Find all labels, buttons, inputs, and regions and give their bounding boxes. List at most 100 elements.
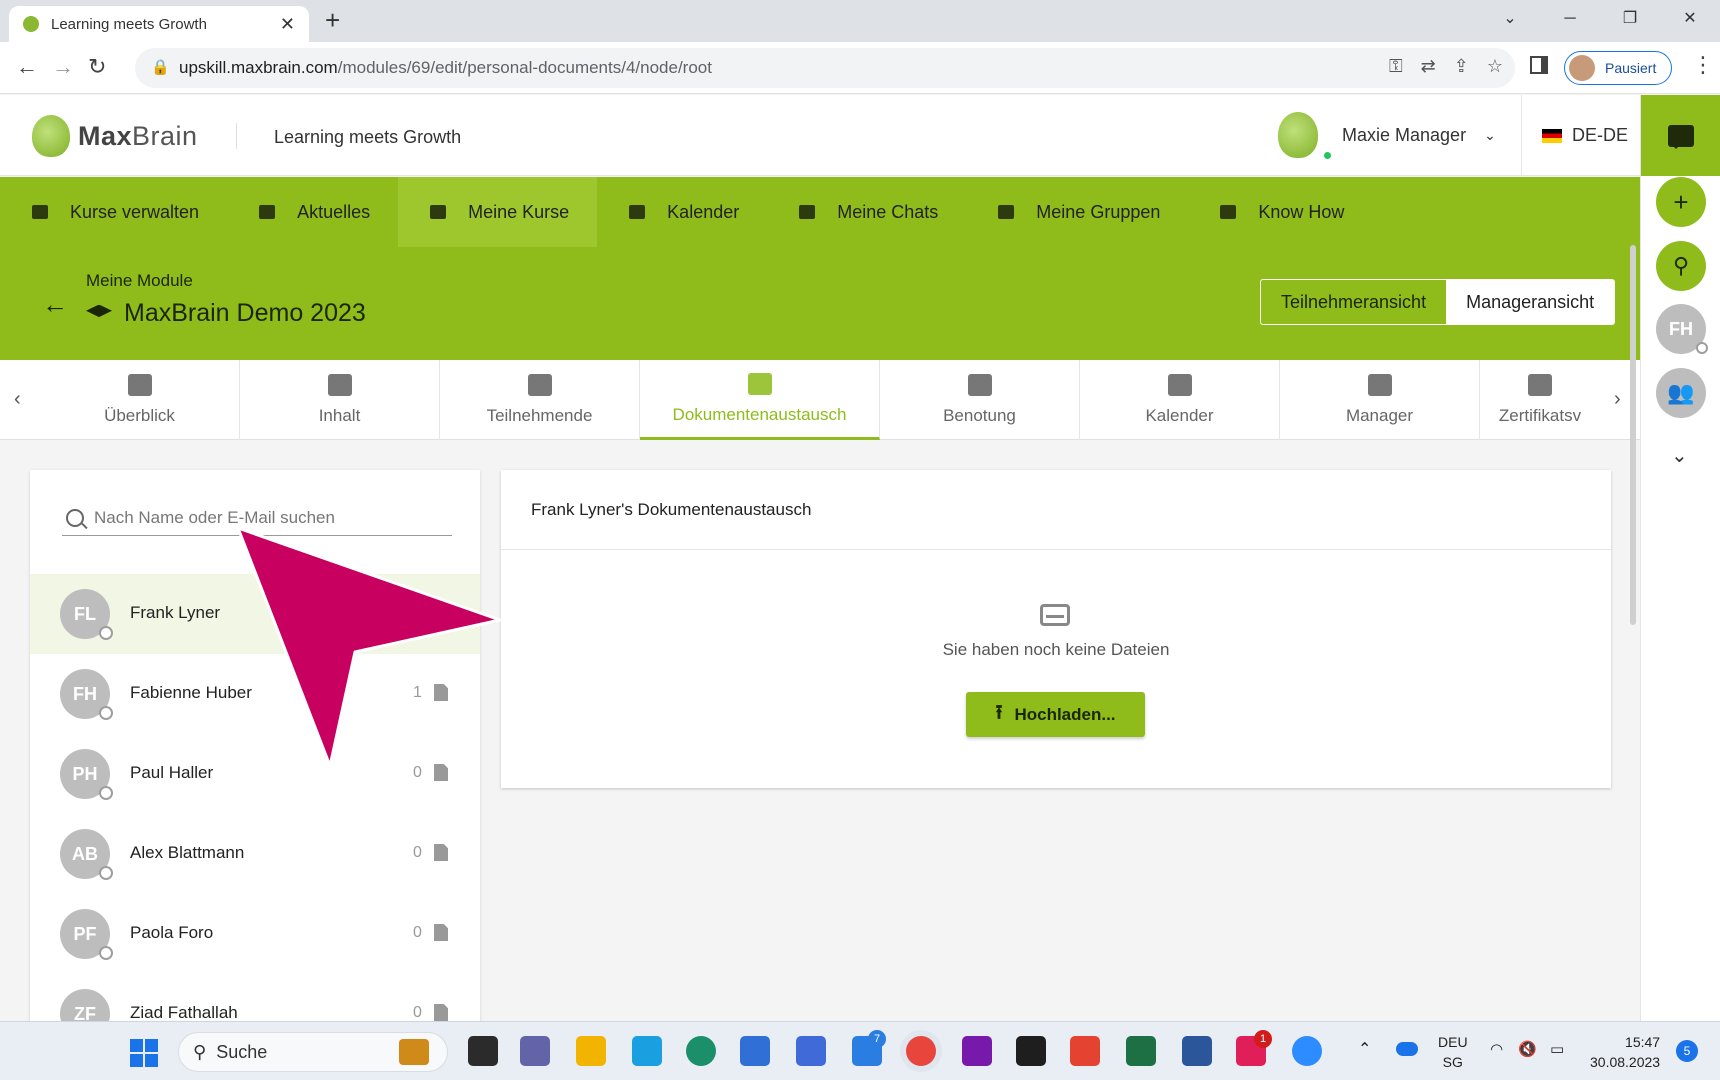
- search-button[interactable]: ⚲: [1656, 241, 1706, 291]
- nav-meine-gruppen[interactable]: Meine Gruppen: [966, 177, 1188, 247]
- grade-document-icon: [967, 374, 992, 396]
- back-arrow-icon[interactable]: ←: [42, 289, 68, 320]
- reload-icon[interactable]: ↻: [88, 54, 106, 80]
- affinity-icon[interactable]: [796, 1036, 826, 1066]
- app-header: MaxBrain Learning meets Growth Maxie Man…: [0, 95, 1640, 176]
- tab-zertifikatsverwaltung[interactable]: Zertifikatsv: [1480, 360, 1600, 440]
- windows-start-icon[interactable]: [130, 1039, 158, 1067]
- teams-icon[interactable]: [520, 1036, 550, 1066]
- chevron-down-icon[interactable]: ⌄: [1671, 443, 1688, 468]
- nav-kurse-verwalten[interactable]: Kurse verwalten: [0, 177, 227, 247]
- groups-icon: [998, 205, 1015, 219]
- breadcrumb[interactable]: Meine Module: [86, 271, 193, 291]
- page-scrollbar[interactable]: [1630, 245, 1636, 625]
- back-icon[interactable]: ←: [16, 54, 38, 80]
- onenote-icon[interactable]: [962, 1036, 992, 1066]
- participant-view-button[interactable]: Teilnehmeransicht: [1261, 280, 1446, 324]
- search-highlight-icon: [399, 1039, 429, 1065]
- taskbar-clock[interactable]: 15:47 30.08.2023: [1590, 1032, 1660, 1072]
- browser-menu-icon[interactable]: ⋮: [1692, 52, 1714, 78]
- store-icon[interactable]: [740, 1036, 770, 1066]
- empty-state-text: Sie haben noch keine Dateien: [942, 640, 1170, 659]
- profile-button[interactable]: Pausiert: [1564, 51, 1672, 85]
- tab-search-icon[interactable]: ⌄: [1480, 0, 1540, 40]
- user-menu[interactable]: Maxie Manager ⌄: [1278, 112, 1496, 161]
- language-selector[interactable]: DE-DE: [1542, 125, 1628, 146]
- tab-benotung[interactable]: Benotung: [880, 360, 1080, 440]
- inbox-empty-icon: [1040, 604, 1070, 626]
- onedrive-icon[interactable]: [1396, 1042, 1418, 1056]
- participant-name: Alex Blattmann: [130, 843, 245, 862]
- status-indicator: [1696, 342, 1708, 354]
- search-icon: ⚲: [1672, 253, 1690, 278]
- url-field[interactable]: 🔒 upskill.maxbrain.com/modules/69/edit/p…: [135, 48, 1515, 88]
- close-tab-icon[interactable]: ✕: [280, 14, 295, 35]
- sidebar-avatar[interactable]: FH: [1656, 304, 1708, 354]
- side-panel-icon[interactable]: [1530, 56, 1548, 74]
- brand-wordmark: MaxBrain: [78, 120, 198, 151]
- excel-icon[interactable]: [1126, 1036, 1156, 1066]
- todo-badge: 7: [868, 1030, 886, 1048]
- l-app-icon[interactable]: [632, 1036, 662, 1066]
- tab-kalender[interactable]: Kalender: [1080, 360, 1280, 440]
- certificate-settings-icon: [1528, 374, 1552, 396]
- key-icon[interactable]: ⚿: [1389, 56, 1403, 77]
- chevron-down-icon: ⌄: [1484, 126, 1496, 143]
- word-icon[interactable]: [1182, 1036, 1212, 1066]
- chrome-icon[interactable]: [906, 1036, 936, 1066]
- battery-icon[interactable]: ▭: [1550, 1040, 1564, 1060]
- close-window-icon[interactable]: ✕: [1660, 0, 1720, 40]
- speaker-muted-icon[interactable]: 🔇: [1518, 1040, 1537, 1060]
- bookmark-star-icon[interactable]: ☆: [1487, 56, 1503, 77]
- wifi-icon[interactable]: ◠: [1490, 1040, 1503, 1060]
- edge-icon[interactable]: [686, 1036, 716, 1066]
- tab-dokumentenaustausch[interactable]: Dokumentenaustausch: [640, 360, 880, 440]
- participant-row[interactable]: ZF Ziad Fathallah 0: [30, 974, 480, 1022]
- add-button[interactable]: +: [1656, 177, 1706, 227]
- profile-status: Pausiert: [1605, 60, 1657, 76]
- forward-icon[interactable]: →: [52, 54, 74, 80]
- brain-logo-icon: [32, 115, 70, 157]
- restore-icon[interactable]: ❐: [1600, 0, 1660, 40]
- input-language[interactable]: DEU SG: [1438, 1032, 1468, 1072]
- notification-count[interactable]: 5: [1676, 1040, 1698, 1062]
- taskbar-search-label: Suche: [216, 1041, 268, 1062]
- chevron-right-icon[interactable]: ›: [1614, 388, 1621, 411]
- manager-view-button[interactable]: Manageransicht: [1446, 280, 1615, 324]
- minimize-icon[interactable]: ─: [1540, 0, 1600, 40]
- taskbar-search[interactable]: ⚲ Suche: [178, 1032, 448, 1072]
- url-host: upskill.maxbrain.com: [179, 58, 338, 77]
- figma-icon[interactable]: [1016, 1036, 1046, 1066]
- share-icon[interactable]: ⇪: [1454, 56, 1469, 77]
- omnibox-actions: ⚿ ⇄ ⇪ ☆: [1389, 56, 1503, 77]
- task-view-icon[interactable]: [468, 1036, 498, 1066]
- participant-row[interactable]: PF Paola Foro 0: [30, 894, 480, 974]
- maxbrain-logo[interactable]: MaxBrain: [32, 115, 198, 157]
- new-tab-icon[interactable]: +: [325, 5, 340, 36]
- nav-meine-kurse[interactable]: Meine Kurse: [398, 177, 598, 247]
- chevron-up-icon[interactable]: ⌃: [1358, 1040, 1371, 1060]
- tab-ueberblick[interactable]: Überblick: [40, 360, 240, 440]
- participant-avatar: FL: [60, 589, 113, 640]
- nav-know-how[interactable]: Know How: [1188, 177, 1372, 247]
- browser-tab[interactable]: Learning meets Growth ✕: [9, 6, 309, 42]
- nav-aktuelles[interactable]: Aktuelles: [227, 177, 398, 247]
- zoom-icon[interactable]: [1292, 1036, 1322, 1066]
- header-divider: [236, 123, 237, 149]
- chat-button[interactable]: [1641, 95, 1720, 176]
- tab-inhalt[interactable]: Inhalt: [240, 360, 440, 440]
- document-panel-title: Frank Lyner's Dokumentenaustausch: [531, 500, 812, 519]
- file-explorer-icon[interactable]: [576, 1036, 606, 1066]
- nav-meine-chats[interactable]: Meine Chats: [767, 177, 966, 247]
- groups-button[interactable]: 👥: [1656, 368, 1706, 418]
- participant-row[interactable]: AB Alex Blattmann 0: [30, 814, 480, 894]
- tab-teilnehmende[interactable]: Teilnehmende: [440, 360, 640, 440]
- upload-button[interactable]: ⭱ Hochladen...: [966, 692, 1145, 737]
- translate-icon[interactable]: ⇄: [1421, 56, 1436, 77]
- tab-manager[interactable]: Manager: [1280, 360, 1480, 440]
- chevron-left-icon[interactable]: ‹: [14, 388, 21, 411]
- todoist-icon[interactable]: [1070, 1036, 1100, 1066]
- dashboard-icon: [127, 374, 152, 396]
- participant-name: Ziad Fathallah: [130, 1003, 238, 1022]
- nav-kalender[interactable]: Kalender: [597, 177, 767, 247]
